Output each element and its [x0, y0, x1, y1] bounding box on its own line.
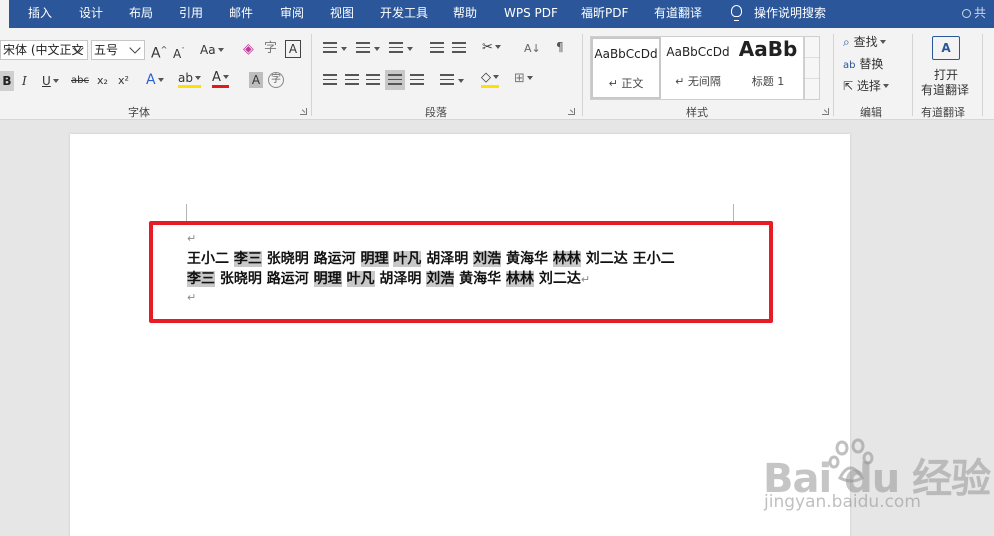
margin-corner-mark — [186, 204, 187, 222]
borders-icon[interactable]: ⊞ — [514, 70, 533, 88]
tab-file-edge[interactable] — [0, 0, 9, 28]
group-separator — [582, 34, 583, 116]
numbering-dropdown[interactable] — [372, 40, 380, 58]
group-separator — [833, 34, 834, 116]
tab-wps-pdf[interactable]: WPS PDF — [504, 0, 558, 28]
enclose-char-button[interactable]: 字 — [268, 72, 284, 88]
bold-button[interactable]: B — [0, 71, 14, 91]
styles-group-label: 样式 — [686, 106, 708, 119]
more-styles-icon[interactable] — [805, 79, 819, 100]
shrink-font-button[interactable]: Aˇ — [173, 42, 185, 63]
styles-dialog-launcher-icon[interactable] — [822, 108, 829, 115]
tab-foxit-pdf[interactable]: 福昕PDF — [581, 0, 628, 28]
tab-layout[interactable]: 布局 — [129, 0, 153, 28]
grow-font-button[interactable]: A^ — [151, 41, 167, 63]
italic-button[interactable]: I — [22, 72, 27, 90]
styles-scroll[interactable] — [804, 36, 820, 100]
align-left-icon[interactable] — [323, 74, 337, 85]
pinyin-guide-button[interactable]: 字 — [264, 40, 277, 58]
share-button[interactable]: 共 — [962, 4, 986, 21]
watermark-url: jingyan.baidu.com — [764, 492, 921, 512]
cursor-icon: ⇱ — [843, 79, 854, 93]
ribbon-tab-bar: 插入 设计 布局 引用 邮件 审阅 视图 开发工具 帮助 WPS PDF 福昕P… — [0, 0, 994, 28]
search-icon: ⌕ — [843, 35, 850, 49]
find-button[interactable]: ⌕ 查找 — [843, 33, 886, 51]
replace-icon: ab — [843, 60, 856, 71]
translate-icon[interactable]: A — [932, 36, 960, 60]
clear-format-icon[interactable]: ◈ — [243, 40, 254, 58]
underline-button[interactable]: U — [42, 72, 59, 90]
decrease-indent-icon[interactable] — [430, 42, 444, 53]
chevron-up-icon[interactable] — [805, 37, 819, 58]
numbering-icon[interactable] — [356, 42, 370, 53]
shading-icon[interactable]: ◇ — [481, 70, 499, 88]
person-icon — [962, 9, 971, 18]
superscript-button[interactable]: x² — [118, 72, 129, 90]
char-border-button[interactable]: A — [285, 40, 301, 58]
tab-insert[interactable]: 插入 — [28, 0, 52, 28]
tab-view[interactable]: 视图 — [330, 0, 354, 28]
group-separator — [311, 34, 312, 116]
youdao-group-label: 有道翻译 — [921, 106, 965, 119]
text-effects-button[interactable]: A — [146, 71, 164, 89]
open-youdao-button-line2[interactable]: 有道翻译 — [921, 81, 969, 99]
bullets-dropdown[interactable] — [339, 40, 347, 58]
subscript-button[interactable]: x₂ — [97, 72, 108, 90]
style-no-spacing[interactable]: AaBbCcDd ↵ 无间隔 — [663, 37, 733, 99]
select-button[interactable]: ⇱ 选择 — [843, 77, 889, 95]
char-shading-button[interactable]: A — [249, 72, 263, 88]
show-marks-icon[interactable]: ¶ — [556, 40, 564, 54]
align-center-icon[interactable] — [345, 74, 359, 85]
increase-indent-icon[interactable] — [452, 42, 466, 53]
tab-review[interactable]: 审阅 — [280, 0, 304, 28]
multilevel-list-dropdown[interactable] — [405, 40, 413, 58]
font-dialog-launcher-icon[interactable] — [300, 108, 307, 115]
tab-mailings[interactable]: 邮件 — [229, 0, 253, 28]
document-page[interactable]: ↵ 王小二 李三 张晓明 路运河 明理 叶凡 胡泽明 刘浩 黄海华 林林 刘二达… — [70, 134, 850, 536]
lightbulb-icon — [731, 5, 742, 21]
justify-icon — [388, 74, 402, 85]
change-case-button[interactable]: Aa — [200, 41, 224, 59]
tell-me-search[interactable]: 操作说明搜索 — [754, 0, 826, 28]
tab-youdao[interactable]: 有道翻译 — [654, 0, 702, 28]
line-spacing-icon[interactable] — [440, 74, 454, 85]
margin-corner-mark — [733, 204, 734, 222]
ribbon: 宋体 (中文正文 五号 A^ Aˇ Aa ◈ 字 A B I U abc x₂ … — [0, 28, 994, 120]
distributed-icon[interactable] — [410, 74, 424, 85]
annotation-highlight-box — [149, 221, 773, 323]
asian-layout-icon[interactable]: ✂ — [482, 39, 501, 57]
bullets-icon[interactable] — [323, 42, 337, 53]
editing-group-label: 编辑 — [860, 106, 882, 119]
tab-design[interactable]: 设计 — [79, 0, 103, 28]
multilevel-list-icon[interactable] — [389, 42, 403, 53]
paragraph-group-label: 段落 — [425, 106, 447, 119]
line-spacing-dropdown[interactable] — [456, 72, 464, 90]
styles-gallery: AaBbCcDd ↵ 正文 AaBbCcDd ↵ 无间隔 AaBb 标题 1 — [590, 36, 804, 100]
style-heading-1[interactable]: AaBb 标题 1 — [733, 37, 803, 99]
font-group-label: 字体 — [128, 106, 150, 119]
group-separator — [912, 34, 913, 116]
align-right-icon[interactable] — [366, 74, 380, 85]
tab-help[interactable]: 帮助 — [453, 0, 477, 28]
strikethrough-button[interactable]: abc — [71, 72, 89, 90]
highlight-color-button[interactable]: ab — [178, 71, 201, 88]
paragraph-dialog-launcher-icon[interactable] — [568, 108, 575, 115]
sort-icon[interactable]: A↓ — [524, 40, 541, 58]
tab-developer[interactable]: 开发工具 — [380, 0, 428, 28]
group-separator — [982, 34, 983, 116]
style-normal[interactable]: AaBbCcDd ↵ 正文 — [591, 37, 661, 99]
tab-references[interactable]: 引用 — [179, 0, 203, 28]
chevron-down-icon[interactable] — [805, 58, 819, 79]
font-color-button[interactable]: A — [212, 71, 229, 88]
replace-button[interactable]: ab 替换 — [843, 55, 883, 75]
